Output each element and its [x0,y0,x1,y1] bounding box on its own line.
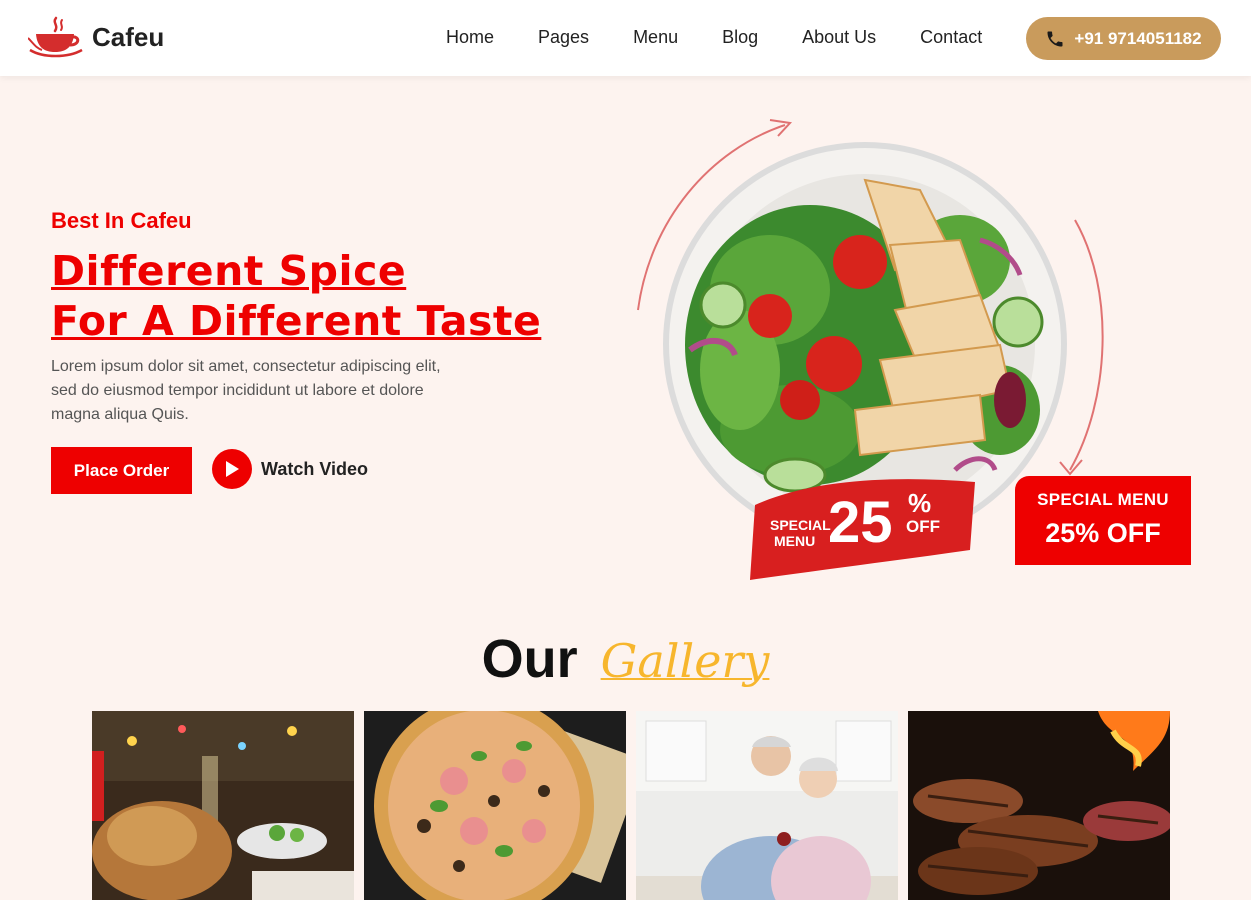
header: Cafeu Home Pages Menu Blog About Us Cont… [0,0,1251,76]
phone-number: +91 9714051182 [1074,28,1202,48]
main-nav: Home Pages Menu Blog About Us Contact [446,27,1026,48]
gallery-title: Our Gallery [0,628,1251,690]
watch-video-label: Watch Video [261,458,369,479]
gallery-title-main: Our [481,629,578,689]
grilled-steak-image [908,711,1170,900]
hero-title-line1: Different Spice [51,247,407,295]
watch-video-button[interactable]: Watch Video [212,449,368,489]
nav-pages[interactable]: Pages [538,27,589,48]
hero-description: Lorem ipsum dolor sit amet, consectetur … [51,358,441,423]
nav-menu[interactable]: Menu [633,27,678,48]
special-menu-line2: 25% OFF [1045,518,1161,548]
badge-percent: % [908,488,931,518]
nav-blog[interactable]: Blog [722,27,758,48]
couple-kitchen-image [636,711,898,900]
badge-off: OFF [906,517,940,536]
phone-icon [1047,31,1063,46]
brand-name: Cafeu [92,21,165,52]
play-icon [212,449,252,489]
gallery-item-grill[interactable] [908,711,1170,900]
badge-menu-text: MENU [774,533,815,549]
hero-eyebrow: Best In Cafeu [51,208,192,233]
special-menu-line1: SPECIAL MENU [1037,490,1169,509]
badge-value: 25 [828,490,893,555]
badge-special-text: SPECIAL [770,517,831,533]
hero-title: Different Spice For A Different Taste [51,246,541,346]
phone-button[interactable]: +91 9714051182 [1026,17,1221,60]
hero-title-line2: For A Different Taste [51,297,542,345]
brand-logo[interactable]: Cafeu [28,14,164,60]
special-menu-box: SPECIAL MENU 25% OFF [1015,476,1191,565]
place-order-button[interactable]: Place Order [51,447,192,494]
nav-contact[interactable]: Contact [920,27,982,48]
nav-home[interactable]: Home [446,27,494,48]
gallery-item-couple[interactable] [636,711,898,900]
gallery-title-accent: Gallery [600,634,770,688]
gallery-item-roast-chicken[interactable] [92,711,354,900]
nav-about-us[interactable]: About Us [802,27,876,48]
coffee-cup-icon [28,16,83,58]
pizza-image [364,711,626,900]
roast-chicken-image [92,711,354,900]
gallery-item-pizza[interactable] [364,711,626,900]
gallery-grid [92,711,1180,900]
